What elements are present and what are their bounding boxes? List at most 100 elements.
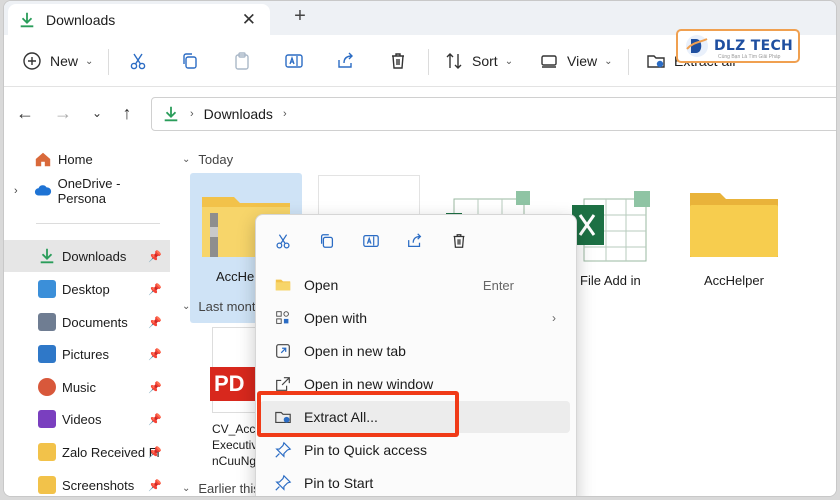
recent-locations-button[interactable]: ⌄ xyxy=(86,106,108,128)
annotation-highlight-box xyxy=(257,391,459,437)
sidebar-item-onedrive[interactable]: › OneDrive - Persona xyxy=(4,175,170,207)
chevron-down-icon: ⌄ xyxy=(604,55,613,67)
pin-icon: 📌 xyxy=(148,381,162,394)
rename-button[interactable] xyxy=(360,230,382,252)
pin-icon: 📌 xyxy=(148,348,162,361)
delete-button[interactable] xyxy=(388,35,408,87)
sidebar-item-screenshots[interactable]: Screenshots 📌 xyxy=(4,469,170,496)
folder-acchelper[interactable]: AccHelper xyxy=(682,181,792,301)
close-tab-button[interactable]: ✕ xyxy=(242,10,256,30)
group-header-today[interactable]: ⌄ Today xyxy=(182,152,233,167)
toolbar-divider xyxy=(628,49,629,75)
rename-button[interactable] xyxy=(284,35,304,87)
pin-icon xyxy=(274,441,292,459)
file-add-in[interactable]: File Add in xyxy=(570,189,660,288)
copy-icon xyxy=(183,53,197,69)
copy-button[interactable] xyxy=(316,230,338,252)
copy-button[interactable] xyxy=(180,35,200,87)
pin-icon: 📌 xyxy=(148,250,162,263)
sidebar-item-music[interactable]: Music 📌 xyxy=(4,371,170,403)
chevron-down-icon: ⌄ xyxy=(85,55,94,67)
picture-icon xyxy=(38,345,56,363)
breadcrumb-downloads[interactable]: Downloads xyxy=(204,106,273,122)
group-label: Last month xyxy=(198,299,263,314)
menu-item-label: Open in new tab xyxy=(304,343,406,359)
pin-icon: 📌 xyxy=(148,283,162,296)
share-icon xyxy=(338,52,353,68)
sidebar-item-pictures[interactable]: Pictures 📌 xyxy=(4,338,170,370)
menu-item-open-with[interactable]: Open with › xyxy=(260,302,570,334)
forward-button[interactable]: → xyxy=(52,103,74,125)
address-bar[interactable]: › Downloads › xyxy=(151,97,836,131)
logo-tagline: Cùng Bạn Là Tìm Giải Pháp xyxy=(718,54,781,60)
view-icon xyxy=(541,55,557,68)
sidebar-divider xyxy=(36,223,160,224)
chevron-right-icon: › xyxy=(14,185,18,197)
tab-downloads[interactable]: Downloads ✕ xyxy=(8,4,270,35)
sidebar-item-home[interactable]: Home xyxy=(4,143,170,175)
back-button[interactable]: ← xyxy=(14,103,36,125)
chevron-right-icon: › xyxy=(552,311,556,325)
download-icon xyxy=(20,12,34,27)
sidebar-item-desktop[interactable]: Desktop 📌 xyxy=(4,273,170,305)
extract-icon xyxy=(647,55,665,68)
chevron-down-icon: ⌄ xyxy=(504,55,514,67)
sort-button[interactable]: Sort ⌄ xyxy=(444,35,513,87)
menu-item-label: Pin to Start xyxy=(304,475,374,491)
plus-circle-icon xyxy=(23,52,41,70)
desktop-icon xyxy=(38,280,56,298)
new-tab-icon xyxy=(274,342,292,360)
sidebar-item-documents[interactable]: Documents 📌 xyxy=(4,306,170,338)
delete-button[interactable] xyxy=(448,230,470,252)
pin-icon: 📌 xyxy=(148,446,162,459)
apps-icon xyxy=(274,309,292,327)
download-icon xyxy=(40,248,54,264)
menu-item-pin-quick-access[interactable]: Pin to Quick access xyxy=(260,434,570,466)
sort-icon xyxy=(446,53,462,69)
pin-icon xyxy=(274,474,292,492)
menu-item-open-new-tab[interactable]: Open in new tab xyxy=(260,335,570,367)
group-label: Earlier this xyxy=(198,481,260,496)
menu-item-shortcut: Enter xyxy=(482,277,514,293)
logo-mark-icon xyxy=(686,35,708,57)
breadcrumb-chevron-icon: › xyxy=(190,108,194,120)
view-button[interactable]: View ⌄ xyxy=(539,35,612,87)
sidebar-item-videos[interactable]: Videos 📌 xyxy=(4,403,170,435)
sidebar-item-label: Screenshots xyxy=(62,477,135,493)
video-icon xyxy=(38,410,56,428)
chevron-down-icon: ⌄ xyxy=(182,154,191,165)
menu-item-open[interactable]: Open Enter xyxy=(260,269,570,301)
chevron-down-icon: ⌄ xyxy=(182,301,191,312)
navigation-pane: Home › OneDrive - Persona Downloads 📌 De… xyxy=(4,141,172,496)
cut-button[interactable] xyxy=(272,230,294,252)
sidebar-item-label: Pictures xyxy=(62,346,109,362)
menu-item-pin-start[interactable]: Pin to Start xyxy=(260,467,570,496)
sidebar-item-downloads[interactable]: Downloads 📌 xyxy=(4,240,170,272)
paste-button[interactable] xyxy=(232,35,252,87)
share-button[interactable] xyxy=(404,230,426,252)
new-button[interactable]: New ⌄ xyxy=(22,35,93,87)
sidebar-item-zalo-received[interactable]: Zalo Received Fi 📌 xyxy=(4,436,170,468)
folder-icon xyxy=(690,193,778,257)
file-name: AccHelper xyxy=(704,273,764,288)
new-tab-button[interactable]: + xyxy=(290,5,310,28)
share-button[interactable] xyxy=(336,35,356,87)
cloud-icon xyxy=(34,185,51,196)
sort-label: Sort xyxy=(472,53,498,69)
up-button[interactable]: ↑ xyxy=(116,103,138,125)
group-label: Today xyxy=(198,152,234,167)
group-header-last-month[interactable]: ⌄ Last month xyxy=(182,299,263,314)
sidebar-item-label: Videos xyxy=(62,411,102,427)
watermark-logo: DLZ TECH Cùng Bạn Là Tìm Giải Pháp xyxy=(676,29,800,63)
cut-button[interactable] xyxy=(128,35,148,87)
view-label: View xyxy=(567,53,598,69)
pin-icon: 📌 xyxy=(148,316,162,329)
group-header-earlier[interactable]: ⌄ Earlier this xyxy=(182,481,260,496)
excel-file-icon xyxy=(572,191,650,262)
menu-item-label: Pin to Quick access xyxy=(304,442,427,458)
folder-icon xyxy=(274,276,292,294)
rename-icon xyxy=(285,54,303,68)
chevron-down-icon: ⌄ xyxy=(182,483,191,494)
toolbar-divider xyxy=(108,49,109,75)
copy-icon xyxy=(320,234,334,248)
